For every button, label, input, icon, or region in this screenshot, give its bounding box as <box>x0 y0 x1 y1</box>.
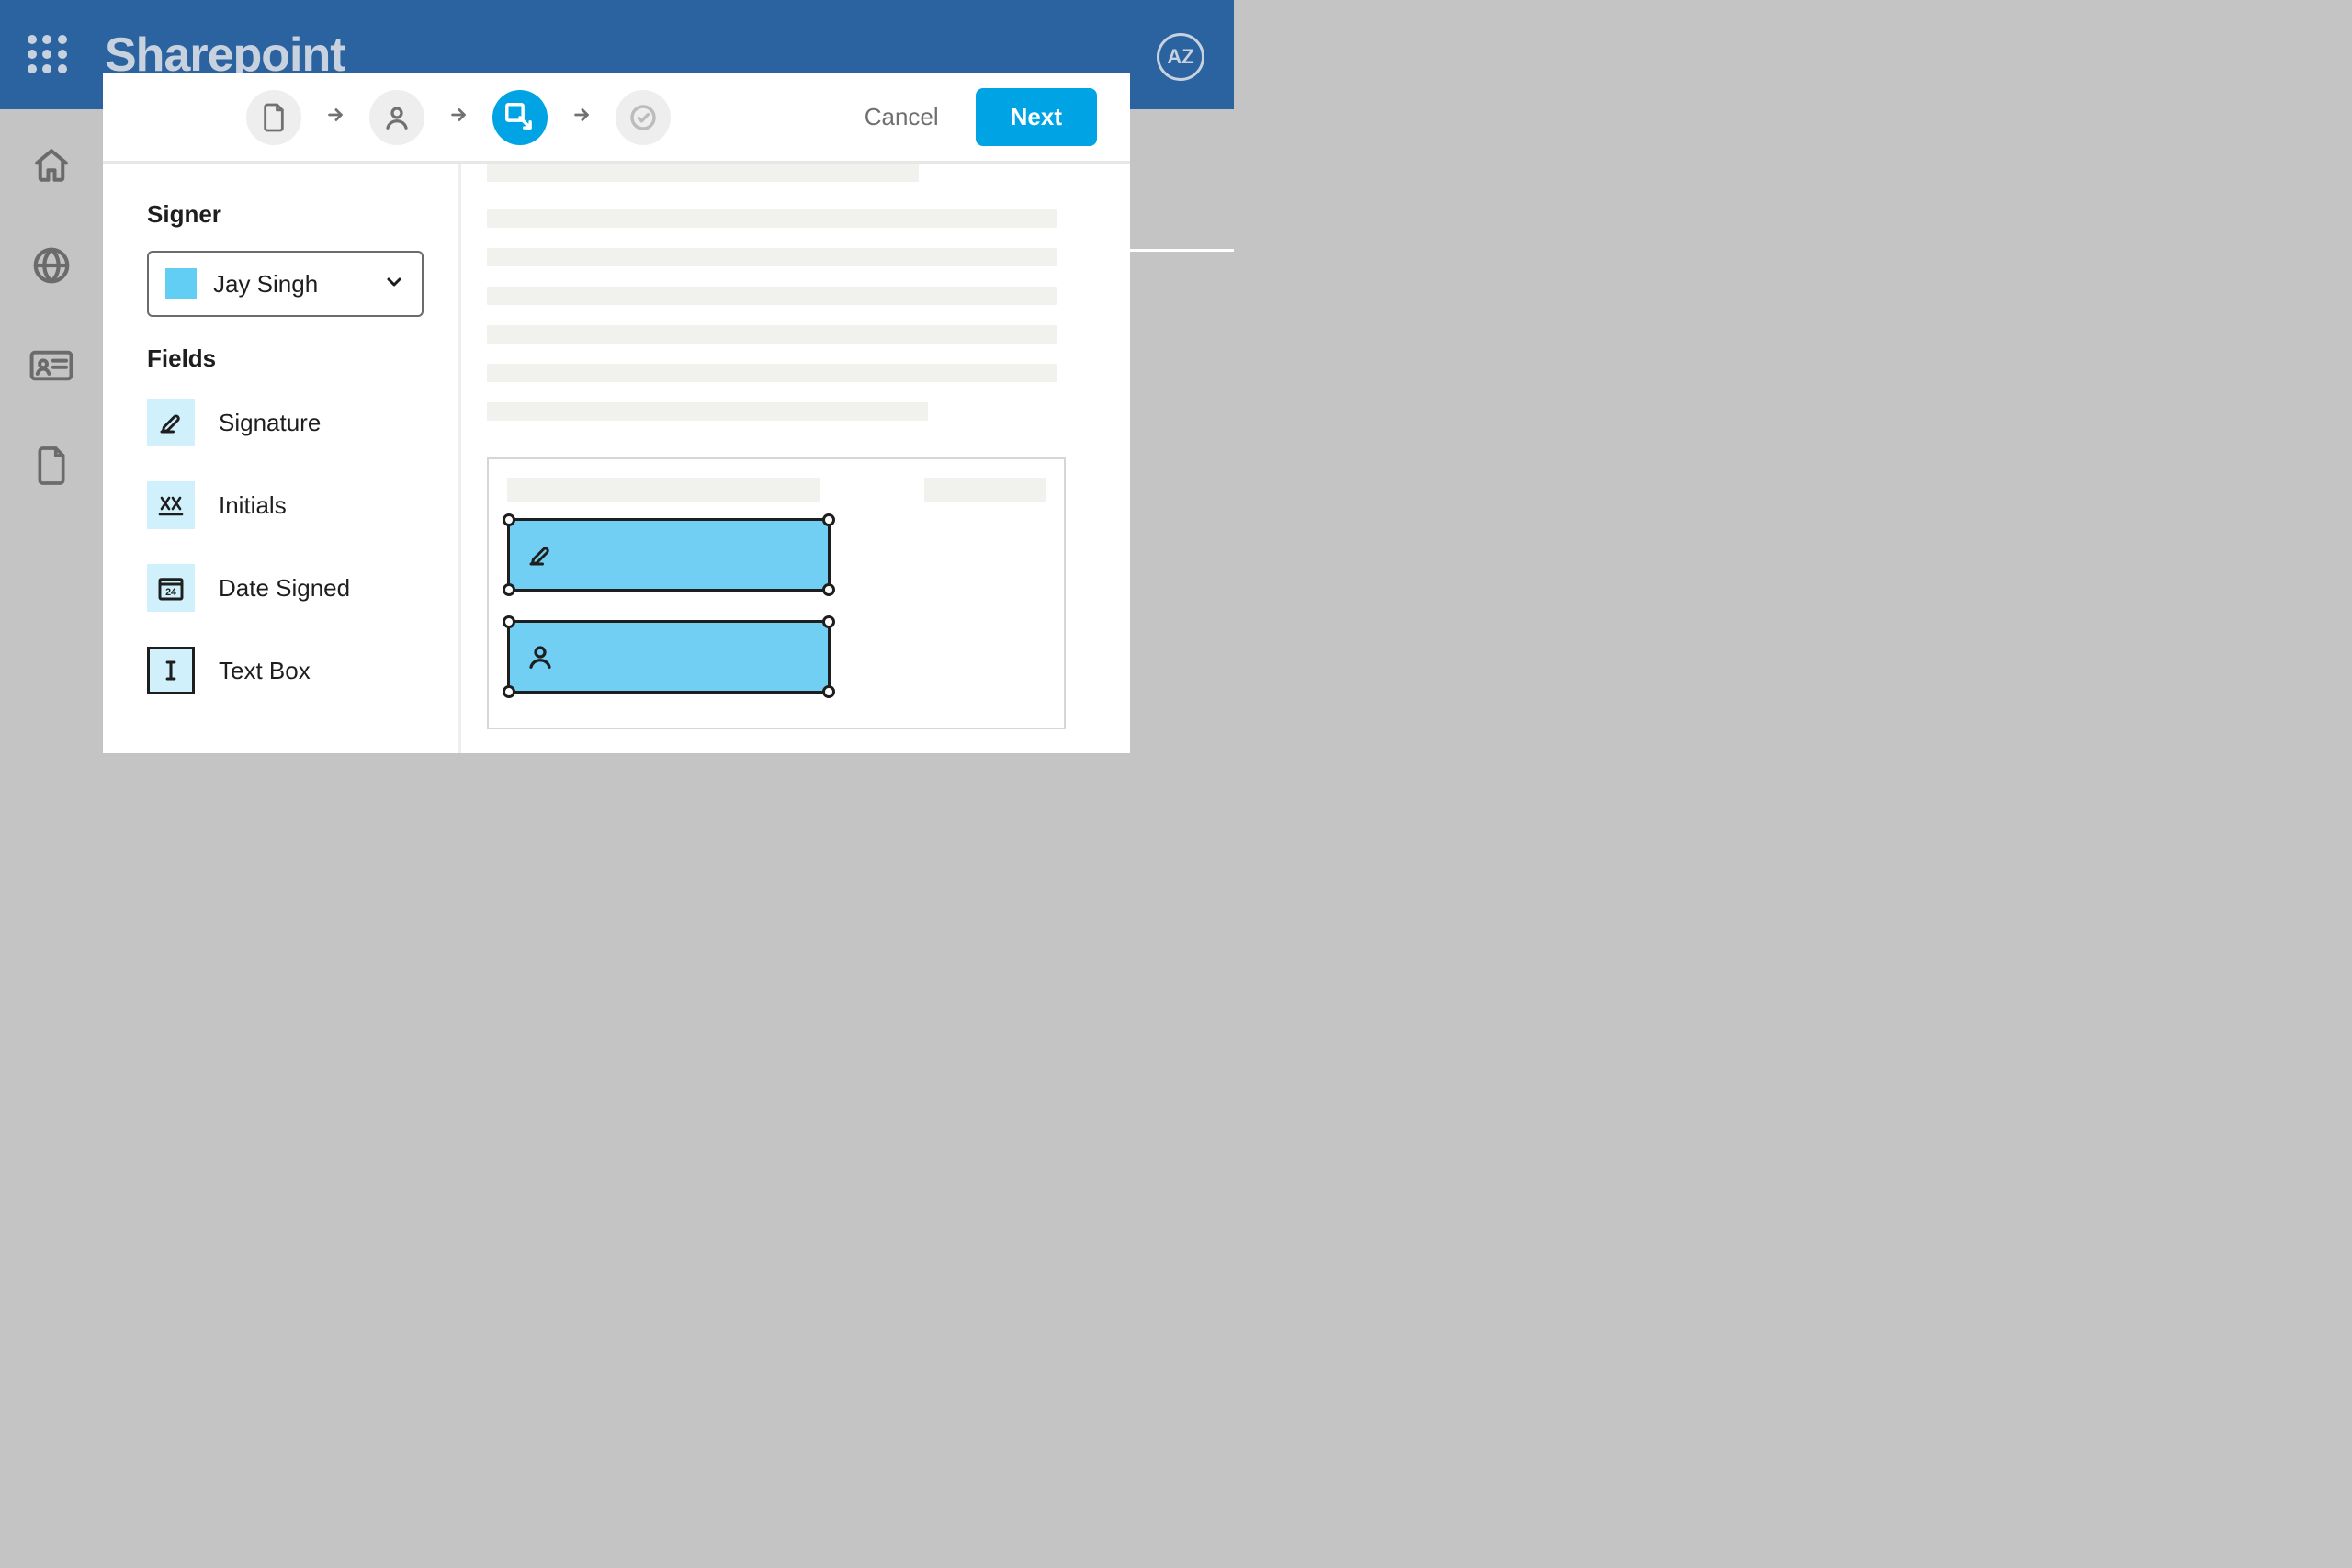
chevron-right-icon <box>448 105 469 130</box>
modal-body: Signer Jay Singh Fields Signature I <box>103 164 1130 753</box>
step-fields[interactable] <box>492 90 548 145</box>
signer-select[interactable]: Jay Singh <box>147 251 424 317</box>
chevron-right-icon <box>571 105 592 130</box>
background-separator <box>1130 249 1234 252</box>
resize-handle[interactable] <box>503 685 515 698</box>
text-box-icon <box>147 647 195 694</box>
next-button[interactable]: Next <box>976 88 1097 146</box>
document-canvas[interactable] <box>461 164 1130 753</box>
signer-heading: Signer <box>147 200 424 229</box>
cancel-button[interactable]: Cancel <box>865 103 939 131</box>
home-icon[interactable] <box>32 146 71 189</box>
id-card-icon[interactable] <box>28 346 74 389</box>
resize-handle[interactable] <box>503 615 515 628</box>
resize-handle[interactable] <box>503 513 515 526</box>
person-icon <box>526 642 554 671</box>
signature-icon <box>526 541 554 569</box>
apps-grid-icon[interactable] <box>28 35 68 75</box>
globe-icon[interactable] <box>30 244 73 291</box>
calendar-icon: 24 <box>147 564 195 612</box>
resize-handle[interactable] <box>822 583 835 596</box>
step-document[interactable] <box>246 90 301 145</box>
chevron-down-icon <box>383 271 405 298</box>
initials-icon <box>147 481 195 529</box>
signature-modal: Cancel Next Signer Jay Singh Fields Sign… <box>103 73 1130 753</box>
field-text-box[interactable]: Text Box <box>147 647 424 694</box>
field-date-signed[interactable]: 24 Date Signed <box>147 564 424 612</box>
resize-handle[interactable] <box>822 615 835 628</box>
document-placeholder-lines <box>487 164 1115 421</box>
field-label: Text Box <box>219 657 311 685</box>
field-label: Initials <box>219 491 287 520</box>
signer-selected-name: Jay Singh <box>213 270 367 299</box>
resize-handle[interactable] <box>503 583 515 596</box>
field-initials[interactable]: Initials <box>147 481 424 529</box>
modal-top-actions: Cancel Next <box>865 88 1097 146</box>
placeholder-bar <box>507 478 820 502</box>
signer-color-swatch <box>165 268 197 299</box>
left-rail <box>0 109 103 823</box>
field-label: Date Signed <box>219 574 350 603</box>
resize-handle[interactable] <box>822 685 835 698</box>
placed-signature-field[interactable] <box>507 518 831 592</box>
svg-text:24: 24 <box>165 587 176 598</box>
placed-name-field[interactable] <box>507 620 831 694</box>
modal-stepper-bar: Cancel Next <box>103 73 1130 164</box>
chevron-right-icon <box>325 105 345 130</box>
resize-handle[interactable] <box>822 513 835 526</box>
placeholder-bar <box>924 478 1046 502</box>
field-label: Signature <box>219 409 321 437</box>
stepper <box>246 90 671 145</box>
signature-icon <box>147 399 195 446</box>
fields-heading: Fields <box>147 344 424 373</box>
file-icon[interactable] <box>34 445 69 491</box>
step-signer[interactable] <box>369 90 424 145</box>
avatar[interactable]: AZ <box>1157 33 1204 81</box>
step-review[interactable] <box>616 90 671 145</box>
field-signature[interactable]: Signature <box>147 399 424 446</box>
fields-panel: Signer Jay Singh Fields Signature I <box>103 164 461 753</box>
signature-area <box>487 457 1066 729</box>
